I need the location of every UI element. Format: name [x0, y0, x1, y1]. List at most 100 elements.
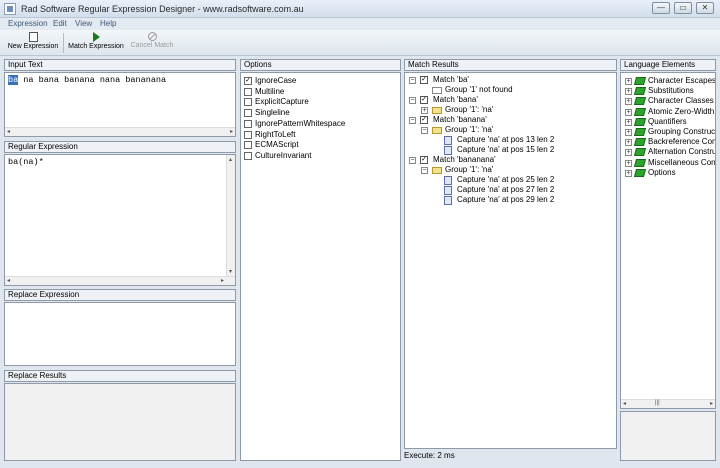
language-element-item[interactable]: + Substitutions: [621, 86, 715, 96]
language-element-item[interactable]: + Alternation Constru: [621, 147, 715, 157]
menu-expression[interactable]: Expression: [8, 19, 48, 28]
group-node[interactable]: Group '1' not found: [405, 85, 610, 95]
language-element-label: Miscellaneous Cons: [648, 157, 716, 167]
option-row[interactable]: ECMAScript: [244, 140, 394, 150]
folder-icon: [432, 167, 442, 174]
language-elements-tree[interactable]: ◂ ||| ▸ + Character Escapes + Substitutions…: [620, 72, 716, 409]
collapse-icon[interactable]: −: [409, 117, 416, 124]
close-button[interactable]: ✕: [696, 2, 714, 14]
capture-icon: [444, 186, 452, 195]
match-node[interactable]: − ✓ Match 'ba': [405, 75, 610, 85]
language-element-description: [620, 411, 716, 461]
language-element-item[interactable]: + Grouping Construct: [621, 127, 715, 137]
menu-view[interactable]: View: [75, 19, 92, 28]
regex-box[interactable]: ba(na)* ▴ ▾ ◂ ▸: [4, 154, 236, 286]
replace-expression-box[interactable]: [4, 302, 236, 366]
language-element-item[interactable]: + Character Escapes: [621, 76, 715, 86]
collapse-icon[interactable]: −: [421, 127, 428, 134]
expand-icon[interactable]: +: [625, 78, 632, 85]
maximize-button[interactable]: ▭: [674, 2, 692, 14]
expand-icon[interactable]: +: [421, 107, 428, 114]
group-node[interactable]: − Group '1': 'na': [405, 125, 610, 135]
option-checkbox[interactable]: [244, 87, 252, 96]
scroll-left-icon[interactable]: ◂: [7, 128, 10, 135]
scroll-thumb-grip[interactable]: |||: [655, 400, 660, 406]
group-node[interactable]: − Group '1': 'na': [405, 165, 610, 175]
expand-icon[interactable]: +: [625, 149, 632, 157]
option-row[interactable]: Multiline: [244, 87, 394, 97]
regex-hscrollbar[interactable]: ◂ ▸: [5, 276, 235, 285]
option-checkbox[interactable]: [244, 141, 252, 150]
option-label: ExplicitCapture: [255, 97, 309, 107]
match-results-header: Match Results: [404, 59, 617, 71]
option-row[interactable]: ✓ IgnoreCase: [244, 76, 394, 86]
minimize-button[interactable]: —: [652, 2, 670, 14]
language-element-item[interactable]: + Miscellaneous Cons: [621, 157, 716, 168]
capture-node[interactable]: Capture 'na' at pos 15 len 2: [405, 145, 610, 155]
option-row[interactable]: IgnorePatternWhitespace: [244, 119, 394, 129]
option-row[interactable]: ExplicitCapture: [244, 97, 394, 107]
option-row[interactable]: RightToLeft: [244, 130, 394, 140]
tree-node-label: Match 'banana': [433, 115, 487, 124]
collapse-icon[interactable]: −: [409, 77, 416, 84]
language-element-item[interactable]: + Atomic Zero-Width: [621, 107, 715, 117]
match-expression-button[interactable]: Match Expression: [67, 32, 125, 54]
option-row[interactable]: CultureInvariant: [244, 151, 394, 161]
new-expression-button[interactable]: New Expression: [7, 32, 59, 54]
option-checkbox[interactable]: [244, 109, 252, 118]
option-checkbox[interactable]: [244, 151, 252, 160]
collapse-icon[interactable]: −: [421, 167, 428, 174]
expand-icon[interactable]: +: [625, 108, 632, 116]
capture-node[interactable]: Capture 'na' at pos 27 len 2: [405, 185, 610, 195]
cancel-icon: [147, 32, 157, 41]
regex-vscrollbar[interactable]: ▴ ▾: [226, 155, 235, 276]
language-element-item[interactable]: + Options: [621, 168, 715, 178]
option-checkbox[interactable]: [244, 119, 252, 128]
expand-icon[interactable]: +: [625, 169, 632, 177]
match-node[interactable]: − ✓ Match 'bana': [405, 95, 610, 105]
capture-node[interactable]: Capture 'na' at pos 29 len 2: [405, 195, 610, 205]
match-checkbox-icon[interactable]: ✓: [420, 156, 428, 164]
group-node[interactable]: + Group '1': 'na': [405, 105, 610, 115]
option-checkbox[interactable]: [244, 130, 252, 139]
collapse-icon[interactable]: −: [409, 97, 416, 104]
scroll-right-icon[interactable]: ▸: [710, 400, 713, 407]
menu-help[interactable]: Help: [100, 19, 116, 28]
expand-icon[interactable]: +: [625, 129, 632, 136]
scroll-right-icon[interactable]: ▸: [230, 128, 233, 135]
scroll-right-icon[interactable]: ▸: [221, 277, 224, 284]
options-list: ✓ IgnoreCase Multiline ExplicitCapture Singl…: [240, 72, 401, 461]
cancel-match-button[interactable]: Cancel Match: [129, 32, 175, 54]
option-checkbox[interactable]: ✓: [244, 77, 252, 85]
match-node[interactable]: − ✓ Match 'banana': [405, 115, 610, 125]
match-checkbox-icon[interactable]: ✓: [420, 76, 428, 84]
expand-icon[interactable]: +: [625, 98, 632, 106]
language-element-item[interactable]: + Quantifiers: [621, 116, 715, 127]
tree-node-label: Group '1': 'na': [445, 125, 494, 134]
input-text-hscrollbar[interactable]: ◂ ▸: [5, 127, 235, 136]
option-checkbox[interactable]: [244, 98, 252, 107]
language-elements-hscrollbar[interactable]: ◂ ||| ▸: [621, 399, 715, 408]
scroll-up-icon[interactable]: ▴: [229, 156, 232, 163]
scroll-down-icon[interactable]: ▾: [229, 268, 232, 275]
language-element-item[interactable]: + Character Classes: [621, 96, 715, 106]
match-node[interactable]: − ✓ Match 'bananana': [405, 155, 610, 165]
capture-node[interactable]: Capture 'na' at pos 25 len 2: [405, 175, 610, 185]
scroll-left-icon[interactable]: ◂: [7, 277, 10, 284]
collapse-icon[interactable]: −: [409, 157, 416, 164]
scroll-left-icon[interactable]: ◂: [623, 400, 626, 407]
language-element-item[interactable]: + Backreference Cons: [621, 137, 715, 147]
input-text-box[interactable]: ba na bana banana nana bananana ◂ ▸: [4, 72, 236, 137]
match-results-tree[interactable]: − ✓ Match 'ba' Group '1' not found − ✓ Match '…: [404, 72, 617, 449]
language-element-label: Quantifiers: [648, 116, 687, 126]
capture-node[interactable]: Capture 'na' at pos 13 len 2: [405, 135, 610, 145]
option-label: Singleline: [255, 108, 290, 118]
match-checkbox-icon[interactable]: ✓: [420, 96, 428, 104]
menu-edit[interactable]: Edit: [53, 19, 67, 28]
option-row[interactable]: Singleline: [244, 108, 394, 118]
expand-icon[interactable]: +: [625, 118, 632, 126]
expand-icon[interactable]: +: [625, 159, 632, 167]
match-checkbox-icon[interactable]: ✓: [420, 116, 428, 124]
expand-icon[interactable]: +: [625, 139, 632, 147]
expand-icon[interactable]: +: [625, 88, 632, 96]
